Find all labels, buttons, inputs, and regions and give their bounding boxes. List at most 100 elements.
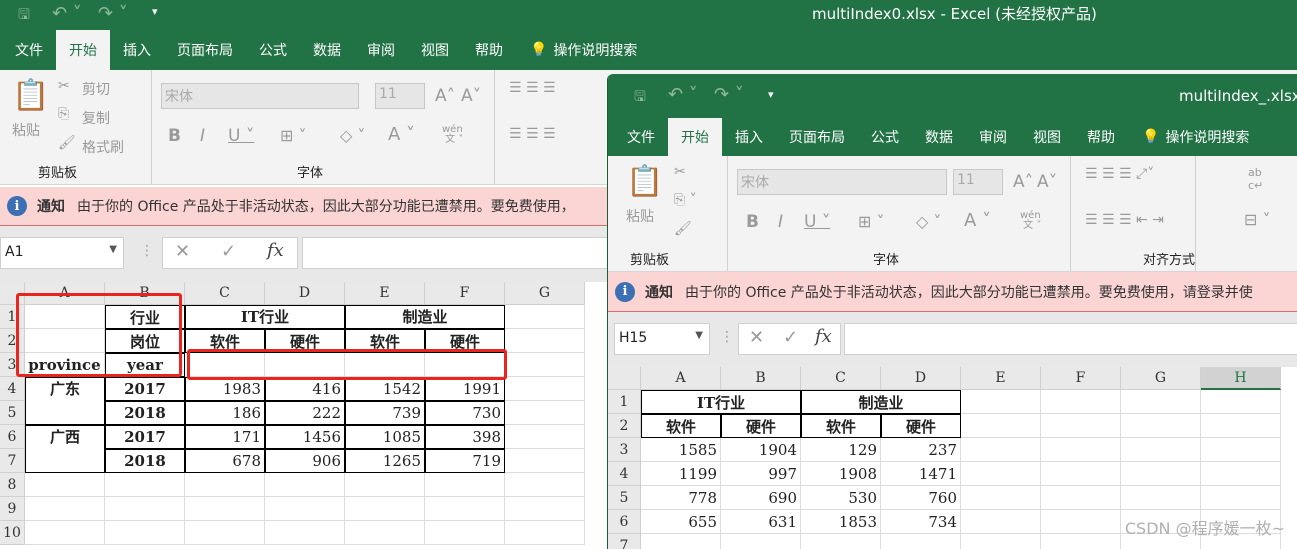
cell[interactable]: 1265 bbox=[345, 449, 425, 473]
row-header-6[interactable]: 6 bbox=[0, 425, 25, 449]
font-name-select[interactable]: 宋体 bbox=[161, 83, 359, 109]
cell[interactable]: 2018 bbox=[105, 449, 185, 473]
tab-4[interactable]: 公式 bbox=[246, 30, 300, 70]
column-header-D[interactable]: D bbox=[881, 367, 961, 390]
cell[interactable]: 制造业 bbox=[345, 305, 505, 329]
horizontal-align-icon[interactable]: ☰ ☰ ☰ ⇤ ⇥ bbox=[1085, 212, 1164, 228]
cell[interactable]: 1904 bbox=[721, 438, 801, 462]
tell-me-search[interactable]: 操作说明搜索 bbox=[553, 30, 637, 70]
underline-icon[interactable]: U ˅ bbox=[228, 126, 254, 146]
cell[interactable]: 416 bbox=[265, 377, 345, 401]
border-icon[interactable]: ⊞ ˅ bbox=[280, 126, 307, 145]
column-header-C[interactable]: C bbox=[185, 282, 265, 305]
cell[interactable]: 硬件 bbox=[721, 414, 801, 438]
empty-cell[interactable] bbox=[721, 534, 801, 549]
column-header-E[interactable]: E bbox=[961, 367, 1041, 390]
tab-3[interactable]: 页面布局 bbox=[776, 118, 858, 156]
paste-button[interactable]: 粘贴 bbox=[12, 120, 40, 140]
cell[interactable]: IT行业 bbox=[641, 390, 801, 414]
tell-me-search[interactable]: 操作说明搜索 bbox=[1165, 118, 1249, 156]
paste-icon[interactable]: 📋 bbox=[626, 164, 663, 199]
empty-cell[interactable] bbox=[961, 486, 1041, 510]
empty-cell[interactable] bbox=[425, 473, 505, 497]
paste-icon[interactable]: 📋 bbox=[12, 78, 49, 113]
empty-cell[interactable] bbox=[1121, 414, 1201, 438]
font-size-select[interactable]: 11 bbox=[375, 83, 425, 109]
format-painter-button[interactable]: 格式刷 bbox=[82, 137, 124, 157]
grow-font-icon[interactable]: A˄ bbox=[1013, 172, 1033, 192]
merge-center-icon[interactable]: ⊟ ˅ bbox=[1244, 210, 1271, 229]
row-header-7[interactable]: 7 bbox=[0, 449, 25, 473]
cell[interactable]: 1471 bbox=[881, 462, 961, 486]
cell[interactable]: 制造业 bbox=[801, 390, 961, 414]
empty-cell[interactable] bbox=[505, 329, 585, 353]
customize-qat-icon[interactable]: ▾ bbox=[152, 5, 158, 18]
font-color-icon[interactable]: A ˅ bbox=[964, 210, 991, 231]
empty-cell[interactable] bbox=[1041, 462, 1121, 486]
copy-button[interactable]: 复制 bbox=[82, 108, 110, 128]
cell[interactable]: 739 bbox=[345, 401, 425, 425]
cancel-icon[interactable]: ✕ bbox=[175, 241, 190, 262]
column-header-H[interactable]: H bbox=[1201, 367, 1281, 390]
cell[interactable]: 734 bbox=[881, 510, 961, 534]
tab-1[interactable]: 开始 bbox=[56, 30, 110, 70]
column-header-G[interactable]: G bbox=[1121, 367, 1201, 390]
empty-cell[interactable] bbox=[801, 534, 881, 549]
undo-icon[interactable]: ↶ ˅ bbox=[668, 84, 698, 105]
empty-cell[interactable] bbox=[1121, 438, 1201, 462]
empty-cell[interactable] bbox=[505, 449, 585, 473]
empty-cell[interactable] bbox=[1201, 438, 1281, 462]
underline-icon[interactable]: U ˅ bbox=[804, 212, 830, 232]
brush-icon[interactable]: 🖌 bbox=[674, 221, 692, 237]
cell[interactable]: 1991 bbox=[425, 377, 505, 401]
empty-cell[interactable] bbox=[345, 497, 425, 521]
select-all-corner[interactable] bbox=[608, 367, 641, 390]
cancel-icon[interactable]: ✕ bbox=[749, 327, 764, 348]
empty-cell[interactable] bbox=[961, 534, 1041, 549]
tab-8[interactable]: 帮助 bbox=[1074, 118, 1128, 156]
phonetic-icon[interactable]: wén 文 ˅ bbox=[1020, 211, 1041, 231]
cell[interactable]: 171 bbox=[185, 425, 265, 449]
save-icon[interactable]: 🖫 bbox=[634, 86, 646, 110]
align-left-icon[interactable]: ☰ ☰ ☰ bbox=[509, 126, 556, 142]
empty-cell[interactable] bbox=[425, 521, 505, 545]
cell[interactable]: 730 bbox=[425, 401, 505, 425]
cell[interactable]: 997 bbox=[721, 462, 801, 486]
cell[interactable]: 1456 bbox=[265, 425, 345, 449]
cell[interactable]: 760 bbox=[881, 486, 961, 510]
empty-cell[interactable] bbox=[265, 473, 345, 497]
tab-1[interactable]: 开始 bbox=[668, 118, 722, 156]
scissors-icon[interactable]: ✂ bbox=[674, 164, 686, 180]
cell[interactable]: 237 bbox=[881, 438, 961, 462]
tab-5[interactable]: 数据 bbox=[912, 118, 966, 156]
empty-cell[interactable] bbox=[1201, 462, 1281, 486]
font-name-select[interactable]: 宋体 bbox=[737, 169, 947, 195]
column-header-B[interactable]: B bbox=[721, 367, 801, 390]
row-header-6[interactable]: 6 bbox=[608, 510, 641, 534]
column-header-C[interactable]: C bbox=[801, 367, 881, 390]
empty-cell[interactable] bbox=[265, 521, 345, 545]
tab-0[interactable]: 文件 bbox=[614, 118, 668, 156]
column-header-F[interactable]: F bbox=[1041, 367, 1121, 390]
empty-cell[interactable] bbox=[185, 521, 265, 545]
empty-cell[interactable] bbox=[1041, 414, 1121, 438]
cell[interactable]: 1908 bbox=[801, 462, 881, 486]
fx-icon[interactable]: fx bbox=[815, 326, 832, 347]
column-header-G[interactable]: G bbox=[505, 282, 585, 305]
empty-cell[interactable] bbox=[25, 521, 105, 545]
font-size-select[interactable]: 11 bbox=[953, 169, 1003, 195]
cell[interactable]: 678 bbox=[185, 449, 265, 473]
empty-cell[interactable] bbox=[25, 497, 105, 521]
cell[interactable]: 2017 bbox=[105, 377, 185, 401]
empty-cell[interactable] bbox=[1121, 390, 1201, 414]
cell[interactable]: 778 bbox=[641, 486, 721, 510]
formula-input[interactable] bbox=[302, 237, 622, 269]
row-header-5[interactable]: 5 bbox=[608, 486, 641, 510]
chevron-down-icon[interactable]: ▼ bbox=[695, 330, 703, 341]
row-header-8[interactable]: 8 bbox=[0, 473, 25, 497]
cell[interactable]: 655 bbox=[641, 510, 721, 534]
tab-3[interactable]: 页面布局 bbox=[164, 30, 246, 70]
formula-input[interactable] bbox=[844, 323, 1297, 355]
cut-button[interactable]: 剪切 bbox=[82, 79, 110, 99]
check-icon[interactable]: ✓ bbox=[221, 241, 236, 262]
